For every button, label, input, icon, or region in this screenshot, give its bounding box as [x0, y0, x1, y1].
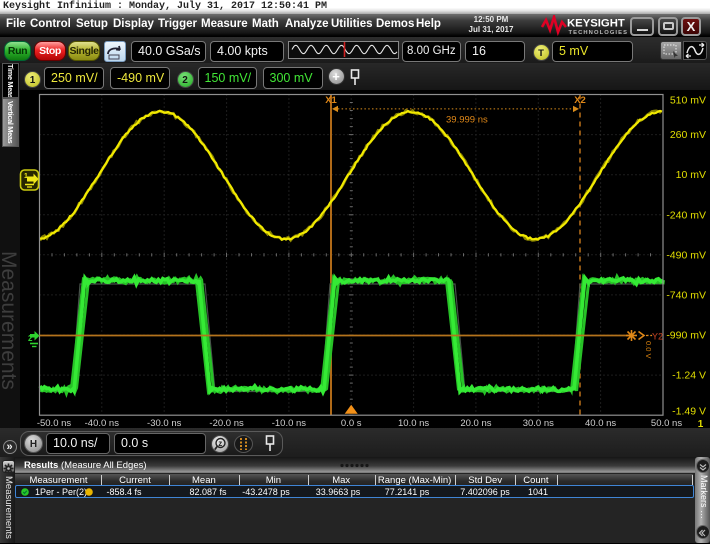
svg-text:-740 mV: -740 mV	[666, 289, 706, 301]
svg-text:-1.49 V: -1.49 V	[672, 406, 706, 418]
svg-text:Y2: Y2	[652, 332, 663, 342]
svg-text:1: 1	[24, 173, 28, 180]
svg-text:260 mV: 260 mV	[670, 129, 706, 141]
svg-text:10 mV: 10 mV	[676, 169, 706, 181]
svg-text:z: z	[218, 439, 222, 448]
svg-text:2: 2	[28, 334, 33, 343]
svg-text:-490 mV: -490 mV	[666, 249, 706, 261]
svg-text:-240 mV: -240 mV	[666, 209, 706, 221]
svg-text:39.999 ns: 39.999 ns	[446, 115, 488, 126]
svg-text:-1.24 V: -1.24 V	[672, 370, 706, 382]
svg-text:510 mV: 510 mV	[670, 95, 706, 107]
svg-text:X2: X2	[574, 95, 586, 106]
svg-text:0.0 V: 0.0 V	[644, 341, 653, 359]
svg-text:-990 mV: -990 mV	[666, 330, 706, 342]
svg-text:X1: X1	[325, 95, 337, 106]
